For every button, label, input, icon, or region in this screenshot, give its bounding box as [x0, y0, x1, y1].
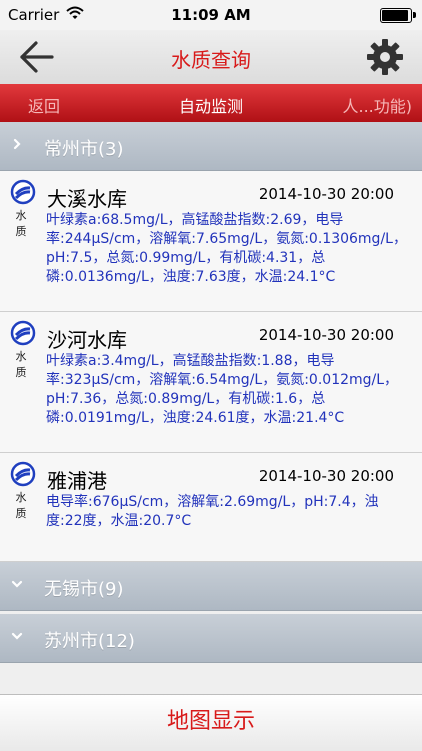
group-header-wuxi[interactable]: 无锡市(9)	[0, 562, 422, 611]
station-card[interactable]: 水 质 雅浦港 2014-10-30 20:00 电导率:676μS/cm，溶解…	[0, 453, 422, 562]
status-time: 11:09 AM	[171, 6, 251, 24]
water-quality-tag: 水 质	[15, 350, 31, 379]
station-readings: 电导率:676μS/cm，溶解氧:2.69mg/L，pH:7.4，浊度:22度，…	[46, 494, 379, 529]
station-name: 大溪水库	[47, 187, 127, 211]
water-quality-tag: 水 质	[15, 209, 31, 238]
tab-bar: 返回 自动监测 人...功能)	[0, 84, 422, 122]
gear-icon[interactable]	[366, 38, 404, 76]
group-label: 无锡市(9)	[44, 579, 124, 600]
battery-icon	[380, 8, 416, 23]
chevron-right-icon	[10, 135, 24, 150]
station-date: 2014-10-30 20:00	[258, 467, 394, 485]
water-quality-icon: 水 质	[6, 179, 40, 238]
station-readings: 叶绿素a:68.5mg/L，高锰酸盐指数:2.69，电导率:244μS/cm，溶…	[46, 212, 407, 285]
chevron-down-icon	[10, 627, 24, 641]
tab-manual-function[interactable]: 人...功能)	[342, 93, 412, 117]
status-bar: Carrier 11:09 AM	[0, 0, 422, 30]
station-date: 2014-10-30 20:00	[258, 185, 394, 203]
group-header-suzhou[interactable]: 苏州市(12)	[0, 614, 422, 663]
station-name: 沙河水库	[47, 328, 127, 352]
station-readings: 叶绿素a:3.4mg/L，高锰酸盐指数:1.88，电导率:323μS/cm，溶解…	[46, 353, 399, 426]
station-date: 2014-10-30 20:00	[258, 326, 394, 344]
group-label: 苏州市(12)	[44, 631, 135, 652]
page-title: 水质查询	[171, 48, 251, 72]
group-header-changzhou[interactable]: 常州市(3)	[0, 122, 422, 171]
water-quality-tag: 水 质	[15, 491, 31, 520]
map-display-button[interactable]: 地图显示	[0, 694, 422, 751]
water-quality-icon: 水 质	[6, 461, 40, 520]
water-quality-icon: 水 质	[6, 320, 40, 379]
group-label: 常州市(3)	[44, 139, 124, 160]
station-card[interactable]: 水 质 沙河水库 2014-10-30 20:00 叶绿素a:3.4mg/L，高…	[0, 312, 422, 453]
navigation-bar: 水质查询	[0, 30, 422, 84]
chevron-down-icon	[10, 575, 24, 589]
station-name: 雅浦港	[47, 469, 107, 493]
station-card[interactable]: 水 质 大溪水库 2014-10-30 20:00 叶绿素a:68.5mg/L，…	[0, 171, 422, 312]
